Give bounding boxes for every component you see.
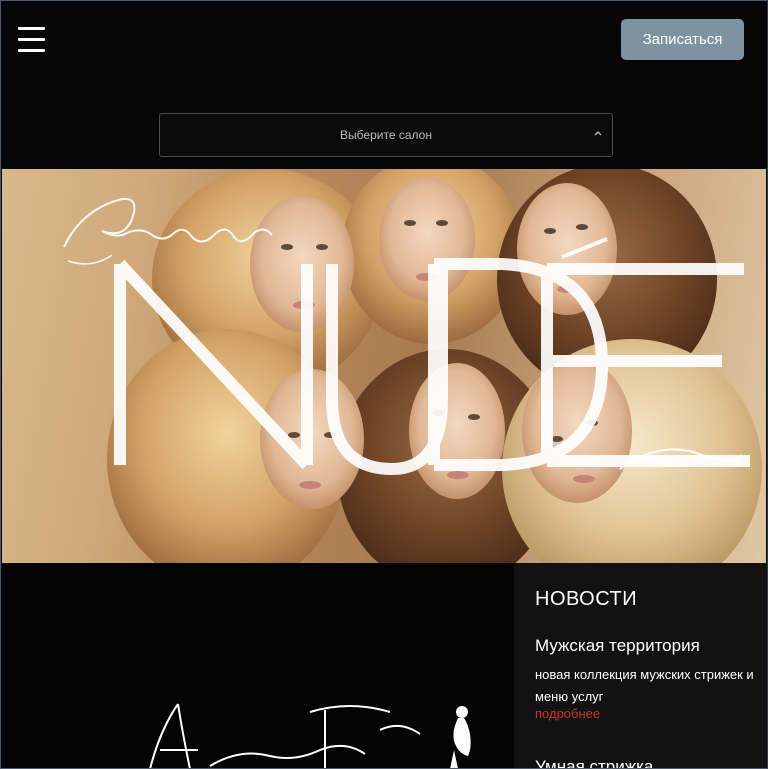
hero-banner (2, 169, 766, 563)
salon-select-label: Выберите салон (340, 128, 432, 142)
news-item-description: новая коллекция мужских стрижек и меню у… (535, 667, 754, 704)
news-item-title[interactable]: Мужская территория (535, 636, 700, 656)
news-heading: НОВОСТИ (535, 588, 638, 610)
signature-logo (149, 703, 471, 769)
nude-logo (63, 197, 750, 476)
salon-select-dropdown[interactable]: Выберите салон (159, 113, 613, 157)
page-header: Записаться (0, 0, 768, 90)
news-more-link[interactable]: подробнее (535, 706, 600, 721)
news-item-title[interactable]: Умная стрижка (535, 757, 653, 769)
hamburger-menu-icon[interactable] (18, 27, 45, 53)
book-appointment-button[interactable]: Записаться (621, 19, 744, 60)
chevron-up-icon (594, 131, 602, 136)
